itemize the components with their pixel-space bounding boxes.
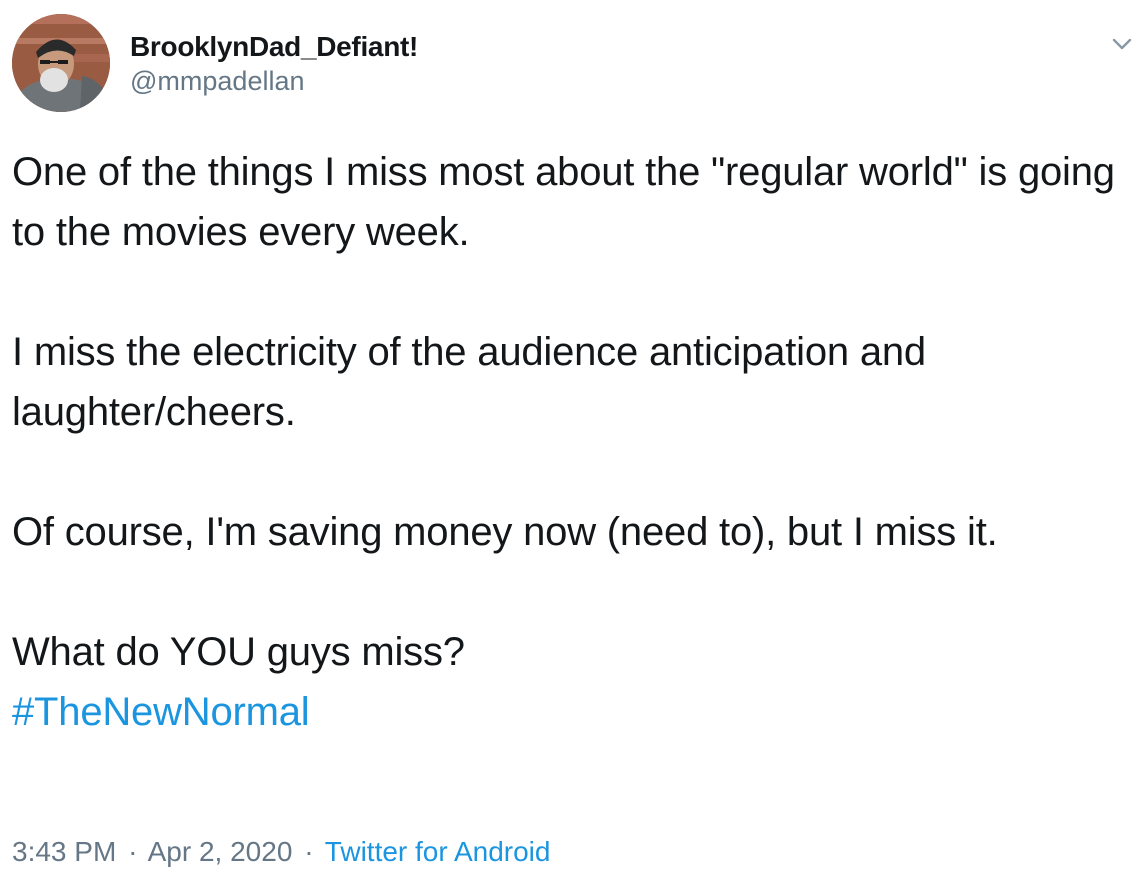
tweet-card: BrooklynDad_Defiant! @mmpadellan One of … xyxy=(0,0,1136,882)
tweet-source-link[interactable]: Twitter for Android xyxy=(325,836,551,867)
user-names: BrooklynDad_Defiant! @mmpadellan xyxy=(130,30,418,98)
chevron-down-icon xyxy=(1112,38,1132,50)
avatar-photo xyxy=(12,14,110,112)
hashtag-link[interactable]: #TheNewNormal xyxy=(12,682,1132,742)
avatar[interactable] xyxy=(12,14,110,112)
tweet-paragraph: Of course, I'm saving money now (need to… xyxy=(12,510,998,554)
meta-separator: · xyxy=(304,836,314,867)
tweet-text: One of the things I miss most about the … xyxy=(12,142,1132,742)
user-handle[interactable]: @mmpadellan xyxy=(130,64,418,98)
tweet-paragraph: What do YOU guys miss? xyxy=(12,630,465,674)
tweet-date[interactable]: Apr 2, 2020 xyxy=(148,836,293,867)
tweet-menu-button[interactable] xyxy=(1110,34,1134,54)
tweet-time[interactable]: 3:43 PM xyxy=(12,836,116,867)
tweet-header: BrooklynDad_Defiant! @mmpadellan xyxy=(12,14,1132,112)
meta-separator: · xyxy=(128,836,138,867)
tweet-metadata: 3:43 PM · Apr 2, 2020 · Twitter for Andr… xyxy=(12,832,550,872)
tweet-paragraph: One of the things I miss most about the … xyxy=(12,150,1115,254)
display-name[interactable]: BrooklynDad_Defiant! xyxy=(130,30,418,64)
tweet-paragraph: I miss the electricity of the audience a… xyxy=(12,330,926,434)
